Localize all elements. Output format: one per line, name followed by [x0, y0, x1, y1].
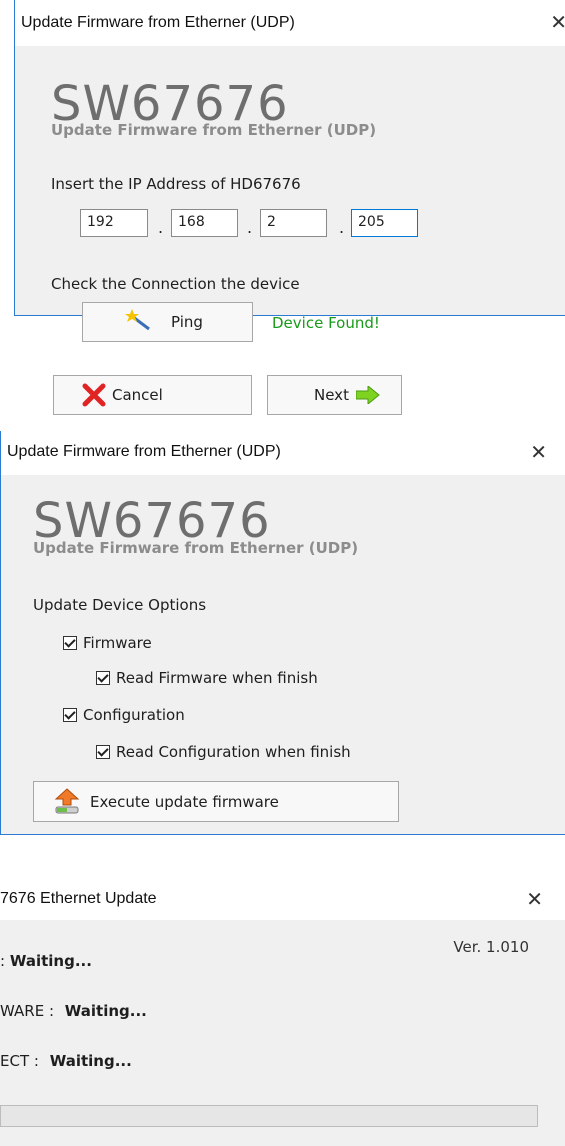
status-line-3-value: Waiting... [49, 1052, 132, 1070]
status-line-2-value: Waiting... [64, 1002, 147, 1020]
magic-wand-icon [125, 309, 150, 331]
dialog3-titlebar: 7676 Ethernet Update ✕ [0, 878, 565, 920]
status-line-2: WARE : Waiting... [0, 1002, 147, 1020]
read-configuration-checkbox[interactable] [96, 745, 110, 759]
dialog3-title: 7676 Ethernet Update [0, 890, 157, 907]
dialog2-subtitle: Update Firmware from Etherner (UDP) [33, 539, 359, 557]
red-x-icon [82, 383, 106, 407]
ip-dot-separator: . [158, 218, 164, 237]
update-progress-bar [0, 1105, 538, 1127]
configuration-checkbox[interactable] [63, 708, 77, 722]
read-firmware-checkbox[interactable] [96, 671, 110, 685]
dialog3-close-icon[interactable]: ✕ [526, 887, 543, 912]
ip-octet-3-input[interactable]: 2 [260, 209, 327, 237]
ip-dot-separator: . [339, 218, 345, 237]
next-button[interactable]: Next [267, 375, 402, 415]
ip-octet-1-input[interactable]: 192 [80, 209, 148, 237]
dialog1-title: Update Firmware from Etherner (UDP) [21, 14, 295, 31]
version-label: Ver. 1.010 [453, 938, 529, 956]
read-firmware-checkbox-label: Read Firmware when finish [116, 669, 318, 687]
firmware-checkbox-label: Firmware [83, 634, 152, 652]
dialog1-close-icon[interactable]: ✕ [550, 10, 565, 35]
dialog2-app-name: SW67676 [33, 493, 271, 549]
ip-octet-2-input[interactable]: 168 [171, 209, 238, 237]
ethernet-update-dialog: 7676 Ethernet Update ✕ Ver. 1.010 : Wait… [0, 878, 565, 1146]
execute-update-button[interactable]: Execute update firmware [33, 781, 399, 822]
dialog2-close-icon[interactable]: ✕ [530, 440, 547, 465]
configuration-checkbox-label: Configuration [83, 706, 185, 724]
status-line-3: ECT : Waiting... [0, 1052, 132, 1070]
execute-update-button-label: Execute update firmware [90, 793, 279, 811]
dialog1-subtitle: Update Firmware from Etherner (UDP) [51, 121, 377, 139]
next-button-label: Next [314, 386, 349, 404]
cancel-button[interactable]: Cancel [53, 375, 252, 415]
status-line-1-value: Waiting... [9, 952, 92, 970]
status-line-1: : Waiting... [0, 952, 92, 970]
ip-dot-separator: . [247, 218, 253, 237]
dialog1-titlebar: Update Firmware from Etherner (UDP) ✕ [15, 0, 565, 46]
read-configuration-checkbox-label: Read Configuration when finish [116, 743, 351, 761]
ping-status-text: Device Found! [272, 314, 380, 332]
update-options-label: Update Device Options [33, 596, 207, 614]
check-connection-label: Check the Connection the device [51, 275, 300, 293]
arrow-right-icon [356, 386, 380, 404]
ping-button-label: Ping [171, 313, 203, 331]
upload-icon [54, 788, 80, 814]
dialog2-title: Update Firmware from Etherner (UDP) [7, 443, 281, 460]
status-line-3-label: ECT : [0, 1052, 39, 1070]
ip-address-label: Insert the IP Address of HD67676 [51, 175, 301, 193]
status-line-2-label: WARE : [0, 1002, 54, 1020]
update-firmware-dialog-1: Update Firmware from Etherner (UDP) ✕ SW… [14, 0, 565, 415]
ping-button[interactable]: Ping [82, 302, 253, 342]
update-firmware-dialog-2: Update Firmware from Etherner (UDP) ✕ SW… [0, 431, 565, 835]
cancel-button-label: Cancel [112, 386, 163, 404]
ip-octet-4-input[interactable]: 205 [351, 209, 418, 237]
dialog2-titlebar: Update Firmware from Etherner (UDP) ✕ [1, 431, 565, 475]
status-line-1-label: : [0, 952, 6, 970]
firmware-checkbox[interactable] [63, 636, 77, 650]
